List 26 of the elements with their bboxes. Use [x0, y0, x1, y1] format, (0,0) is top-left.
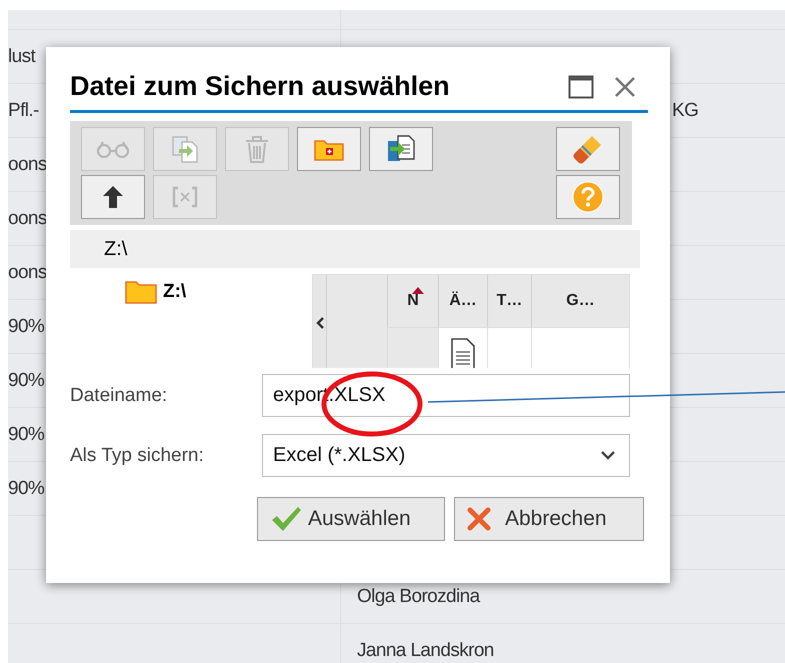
column-header[interactable]: Ä…	[438, 275, 487, 327]
table-cell: Janna Landskron	[340, 624, 785, 663]
field-label: Dateiname:	[70, 384, 168, 406]
eraser-icon	[572, 133, 604, 165]
select-button[interactable]: Auswählen	[257, 497, 445, 541]
column-header[interactable]: G…	[531, 275, 629, 327]
help-icon	[572, 181, 604, 213]
toolbar-button[interactable]	[81, 175, 145, 219]
brackets-icon	[171, 186, 199, 208]
folder-icon	[125, 280, 157, 304]
column-header[interactable]: N	[387, 275, 438, 327]
checkmark-icon	[270, 505, 302, 533]
chevron-left-icon[interactable]	[316, 316, 324, 328]
sort-arrow-icon	[412, 287, 424, 294]
close-icon[interactable]	[614, 76, 636, 98]
trash-icon	[243, 134, 271, 164]
up-arrow-icon	[102, 185, 124, 209]
chevron-down-icon	[601, 451, 615, 460]
maximize-icon[interactable]	[568, 74, 594, 98]
close-icon	[467, 507, 491, 531]
column-header[interactable]: T…	[487, 275, 531, 327]
cancel-button[interactable]: Abbrechen	[454, 497, 644, 541]
document-arrow-icon	[170, 134, 200, 164]
glasses-icon	[96, 140, 130, 158]
file-type-dropdown[interactable]: Excel (*.XLSX)	[262, 434, 630, 477]
toolbar-button[interactable]	[369, 127, 433, 171]
